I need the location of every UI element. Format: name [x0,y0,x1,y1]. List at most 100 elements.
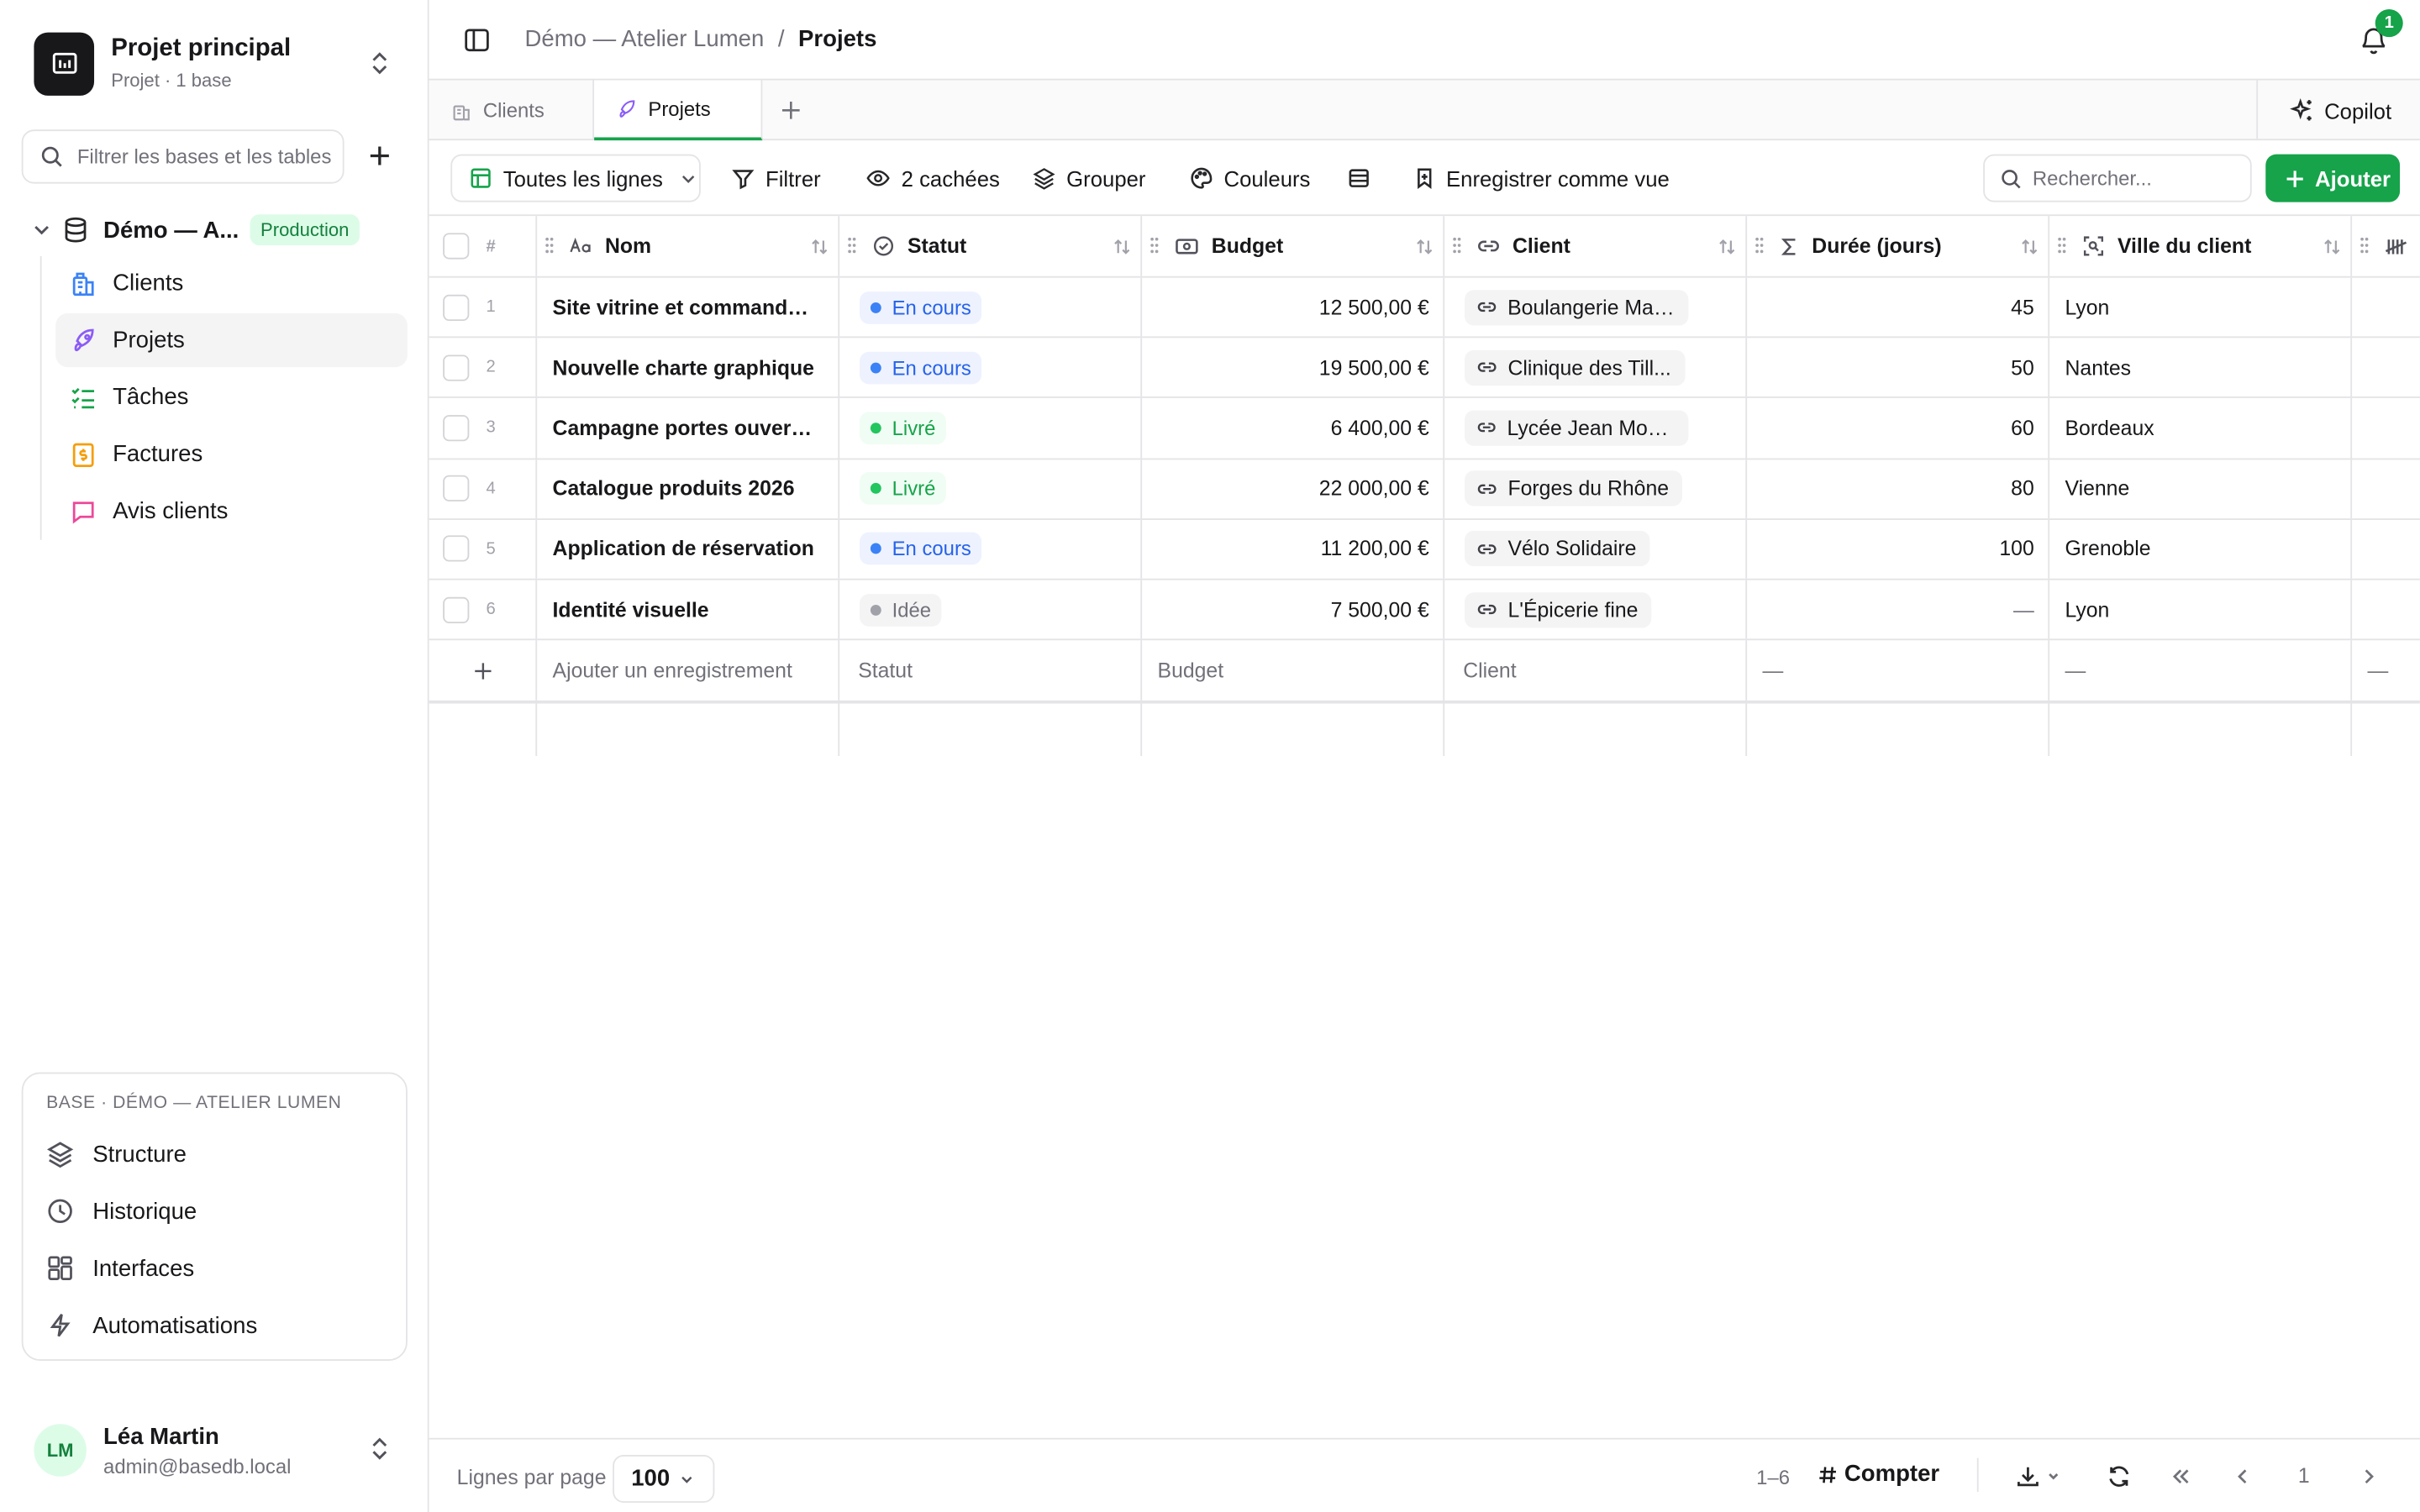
drag-handle-icon[interactable] [2360,236,2369,255]
group-button[interactable]: Grouper [1033,155,1145,202]
user-menu[interactable]: LM Léa Martin admin@basedb.local [34,1416,404,1484]
select-all-checkbox[interactable] [443,233,470,260]
cell-budget[interactable]: 6 400,00 € [1142,398,1445,458]
view-selector[interactable]: Toutes les lignes [450,154,701,202]
cell-nom[interactable]: Campagne portes ouvertes [537,398,840,458]
cell-nom[interactable]: Nouvelle charte graphique [537,338,840,397]
drag-handle-icon[interactable] [544,236,554,255]
table-row[interactable]: 1 Site vitrine et commande e... En cours… [429,277,2420,339]
row-checkbox[interactable] [443,415,470,442]
hidden-fields-button[interactable]: 2 cachées [865,155,1000,202]
cell-budget[interactable]: 11 200,00 € [1142,519,1445,579]
table-row[interactable]: 6 Identité visuelle Idée 7 500,00 € L'Ép… [429,580,2420,641]
sidebar-item-clients[interactable]: Clients [55,256,408,310]
table-row[interactable]: 4 Catalogue produits 2026 Livré 22 000,0… [429,459,2420,520]
header-cell-more[interactable] [2352,216,2420,276]
cell-budget[interactable]: 22 000,00 € [1142,459,1445,518]
table-row[interactable]: 2 Nouvelle charte graphique En cours 19 … [429,338,2420,399]
add-record-row[interactable]: Ajouter un enregistrement Statut Budget … [429,640,2420,704]
cell-statut[interactable]: Livré [839,459,1143,518]
cell-client[interactable]: Lycée Jean Moul... [1444,398,1748,458]
cell-nom[interactable]: Identité visuelle [537,580,840,639]
row-checkbox[interactable] [443,536,470,563]
cell-nom[interactable]: Catalogue produits 2026 [537,459,840,518]
tab-projets[interactable]: Projets [594,80,763,141]
cell-nom[interactable]: Application de réservation [537,519,840,579]
cell-statut[interactable]: Livré [839,398,1143,458]
header-cell-budget[interactable]: Budget [1142,216,1445,276]
cell-budget[interactable]: 7 500,00 € [1142,580,1445,639]
cell-client[interactable]: Forges du Rhône [1444,459,1748,518]
copilot-button[interactable]: Copilot [2256,80,2420,141]
cell-client[interactable]: Boulangerie Mar... [1444,277,1748,337]
sort-icon[interactable] [2323,238,2341,256]
sort-icon[interactable] [1415,238,1434,256]
search-field[interactable] [1983,154,2252,202]
cell-budget[interactable]: 19 500,00 € [1142,338,1445,397]
base-link-interfaces[interactable]: Interfaces [46,1247,194,1289]
next-page-button[interactable] [2357,1464,2381,1488]
cell-client[interactable]: Clinique des Till... [1444,338,1748,397]
base-row[interactable]: Démo — A... Production [31,210,417,250]
header-cell-duree[interactable]: Durée (jours) [1747,216,2050,276]
base-link-structure[interactable]: Structure [46,1132,187,1175]
save-view-button[interactable]: Enregistrer comme vue [1413,155,1670,202]
row-checkbox[interactable] [443,294,470,321]
search-input[interactable] [2032,166,2233,190]
count-button[interactable]: Compter [1818,1461,1939,1488]
cell-nom[interactable]: Site vitrine et commande e... [537,277,840,337]
add-cell-statut[interactable]: Statut [839,640,1143,701]
previous-page-button[interactable] [2230,1464,2254,1488]
drag-handle-icon[interactable] [2057,236,2066,255]
sidebar-item-taches[interactable]: Tâches [55,370,408,424]
header-cell-ville[interactable]: Ville du client [2049,216,2353,276]
drag-handle-icon[interactable] [1452,236,1461,255]
sort-icon[interactable] [1718,238,1736,256]
colors-button[interactable]: Couleurs [1190,155,1310,202]
sort-icon[interactable] [2020,238,2039,256]
sidebar-toggle-button[interactable] [463,26,491,54]
sort-icon[interactable] [810,238,829,256]
cell-client[interactable]: Vélo Solidaire [1444,519,1748,579]
client-link-chip[interactable]: Vélo Solidaire [1465,531,1651,567]
rows-per-page-select[interactable]: 100 [613,1455,715,1503]
first-page-button[interactable] [2169,1464,2193,1488]
add-cell-client[interactable]: Client [1444,640,1748,701]
cell-client[interactable]: L'Épicerie fine [1444,580,1748,639]
client-link-chip[interactable]: Lycée Jean Moul... [1465,410,1689,446]
base-link-historique[interactable]: Historique [46,1189,197,1232]
breadcrumb-base[interactable]: Démo — Atelier Lumen [524,26,764,52]
cell-statut[interactable]: En cours [839,338,1143,397]
drag-handle-icon[interactable] [1150,236,1159,255]
header-cell-statut[interactable]: Statut [839,216,1143,276]
client-link-chip[interactable]: Clinique des Till... [1465,349,1686,386]
sidebar-item-factures[interactable]: Factures [55,428,408,481]
table-row[interactable]: 5 Application de réservation En cours 11… [429,519,2420,580]
add-base-button[interactable] [364,140,395,171]
download-button[interactable] [2016,1464,2065,1488]
filter-tables-input[interactable]: Filtrer les bases et les tables [21,129,345,184]
project-switcher[interactable]: Projet principal Projet · 1 base [34,31,404,96]
cell-statut[interactable]: En cours [839,519,1143,579]
header-cell-nom[interactable]: Nom [537,216,840,276]
base-link-automatisations[interactable]: Automatisations [46,1304,257,1347]
row-checkbox[interactable] [443,596,470,623]
sidebar-item-avis-clients[interactable]: Avis clients [55,485,408,538]
add-row-plus[interactable] [429,640,538,701]
table-row[interactable]: 3 Campagne portes ouvertes Livré 6 400,0… [429,398,2420,459]
add-record-button[interactable]: Ajouter [2265,154,2401,202]
client-link-chip[interactable]: Forges du Rhône [1465,470,1683,507]
drag-handle-icon[interactable] [847,236,856,255]
filter-button[interactable]: Filtrer [732,155,821,202]
client-link-chip[interactable]: L'Épicerie fine [1465,591,1652,627]
sort-icon[interactable] [1113,238,1131,256]
cell-budget[interactable]: 12 500,00 € [1142,277,1445,337]
tab-clients[interactable]: Clients [429,80,595,141]
add-cell-nom[interactable]: Ajouter un enregistrement [537,640,840,701]
row-checkbox[interactable] [443,475,470,502]
cell-statut[interactable]: Idée [839,580,1143,639]
header-cell-client[interactable]: Client [1444,216,1748,276]
row-checkbox[interactable] [443,354,470,381]
row-height-button[interactable] [1347,155,1370,202]
add-cell-budget[interactable]: Budget [1142,640,1445,701]
